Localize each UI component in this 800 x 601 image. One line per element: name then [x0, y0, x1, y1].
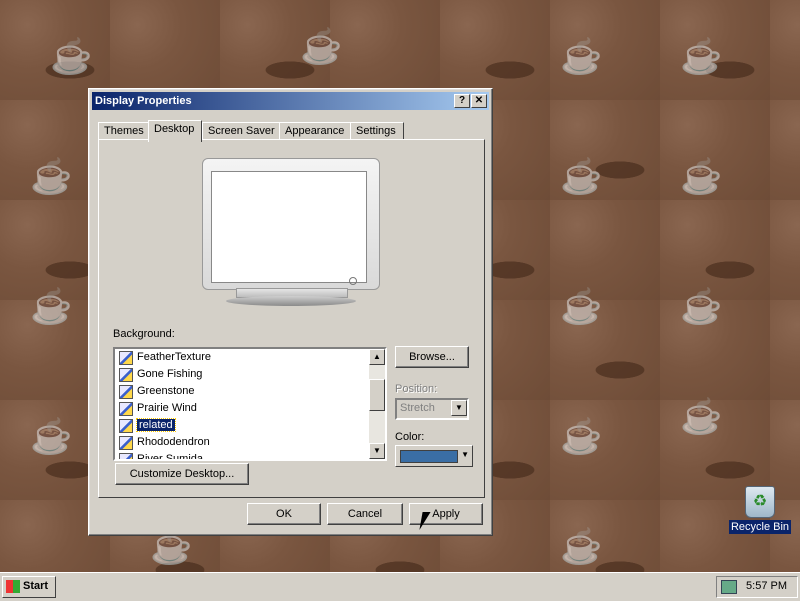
- wallpaper-coffee-cup: ☕: [30, 158, 73, 196]
- list-item[interactable]: Gone Fishing: [115, 366, 385, 383]
- customize-desktop-button[interactable]: Customize Desktop...: [115, 463, 249, 485]
- recycle-bin[interactable]: ♻ Recycle Bin: [728, 486, 792, 534]
- start-label: Start: [23, 580, 49, 592]
- tab-desktop[interactable]: Desktop: [148, 120, 202, 142]
- list-item[interactable]: related: [115, 417, 385, 434]
- scroll-down-button[interactable]: ▼: [369, 443, 385, 459]
- system-tray: 5:57 PM: [716, 576, 798, 598]
- start-button[interactable]: Start: [2, 576, 56, 598]
- background-listbox[interactable]: FeatherTexture Gone Fishing Greenstone Prai…: [113, 347, 387, 461]
- vertical-scrollbar[interactable]: ▲ ▼: [369, 349, 385, 459]
- list-item-label: Greenstone: [137, 385, 195, 397]
- wallpaper-coffee-cup: ☕: [560, 528, 603, 566]
- image-file-icon: [119, 385, 133, 399]
- display-properties-dialog: Display Properties ? ✕ Themes Desktop Sc…: [88, 88, 493, 536]
- wallpaper-coffee-cup: ☕: [30, 418, 73, 456]
- chevron-down-icon: ▼: [461, 450, 469, 459]
- taskbar: Start 5:57 PM: [0, 572, 800, 601]
- wallpaper-coffee-cup: ☕: [680, 288, 723, 326]
- power-button-icon: [349, 277, 357, 285]
- tab-label: Appearance: [285, 125, 345, 137]
- image-file-icon: [119, 453, 133, 459]
- list-item-label: River Sumida: [137, 453, 204, 461]
- position-value: Stretch: [400, 402, 435, 414]
- list-item[interactable]: Greenstone: [115, 383, 385, 400]
- close-button[interactable]: ✕: [471, 94, 487, 108]
- wallpaper-coffee-cup: ☕: [560, 288, 603, 326]
- monitor-preview: [202, 158, 380, 290]
- tab-label: Screen Saver: [208, 125, 275, 137]
- wallpaper-coffee-cup: ☕: [560, 158, 603, 196]
- image-file-icon: [119, 402, 133, 416]
- monitor-stand: [226, 296, 356, 306]
- browse-button[interactable]: Browse...: [395, 346, 469, 368]
- tab-label: Desktop: [154, 123, 195, 135]
- list-item-label: FeatherTexture: [137, 351, 211, 363]
- desktop-tab-panel: Background: FeatherTexture Gone Fishing Gr…: [98, 139, 485, 498]
- wallpaper-coffee-cup: ☕: [560, 418, 603, 456]
- list-item-label: Prairie Wind: [137, 402, 197, 414]
- help-button[interactable]: ?: [454, 94, 470, 108]
- list-item-label: Rhododendron: [137, 436, 210, 448]
- list-item[interactable]: River Sumida: [115, 451, 385, 461]
- background-label: Background:: [113, 328, 175, 340]
- scroll-thumb[interactable]: [369, 379, 385, 411]
- recycle-bin-icon: ♻: [745, 486, 775, 518]
- position-label: Position:: [395, 383, 438, 395]
- cancel-button[interactable]: Cancel: [327, 503, 403, 525]
- wallpaper-coffee-cup: ☕: [560, 38, 603, 76]
- list-item-label: Gone Fishing: [137, 368, 203, 380]
- ok-button[interactable]: OK: [247, 503, 321, 525]
- monitor-screen: [211, 171, 367, 283]
- clock[interactable]: 5:57 PM: [746, 580, 787, 592]
- color-swatch: [400, 450, 458, 463]
- wallpaper-coffee-cup: ☕: [50, 38, 93, 76]
- scroll-up-button[interactable]: ▲: [369, 349, 385, 365]
- window-title: Display Properties: [95, 95, 192, 107]
- image-file-icon: [119, 436, 133, 450]
- network-icon[interactable]: [721, 580, 737, 594]
- list-item[interactable]: Rhododendron: [115, 434, 385, 451]
- wallpaper-coffee-cup: ☕: [680, 158, 723, 196]
- help-icon: ?: [458, 95, 466, 106]
- chevron-down-icon: ▼: [451, 400, 467, 416]
- wallpaper-coffee-cup: ☕: [300, 28, 343, 66]
- wallpaper-coffee-cup: ☕: [680, 398, 723, 436]
- position-dropdown[interactable]: Stretch ▼: [395, 398, 469, 420]
- wallpaper-coffee-cup: ☕: [680, 38, 723, 76]
- list-item-label: related: [136, 418, 176, 432]
- title-bar[interactable]: Display Properties ? ✕: [92, 92, 489, 110]
- image-file-icon: [119, 419, 133, 433]
- list-item[interactable]: Prairie Wind: [115, 400, 385, 417]
- image-file-icon: [119, 368, 133, 382]
- windows-logo-icon: [6, 580, 20, 593]
- wallpaper-coffee-cup: ☕: [30, 288, 73, 326]
- tab-label: Settings: [356, 125, 396, 137]
- list-item[interactable]: FeatherTexture: [115, 349, 385, 366]
- recycle-bin-label: Recycle Bin: [728, 520, 792, 534]
- color-label: Color:: [395, 431, 425, 443]
- tab-label: Themes: [104, 125, 144, 137]
- image-file-icon: [119, 351, 133, 365]
- close-icon: ✕: [474, 95, 484, 106]
- background-list: FeatherTexture Gone Fishing Greenstone Prai…: [115, 349, 385, 461]
- color-picker-button[interactable]: ▼: [395, 445, 473, 467]
